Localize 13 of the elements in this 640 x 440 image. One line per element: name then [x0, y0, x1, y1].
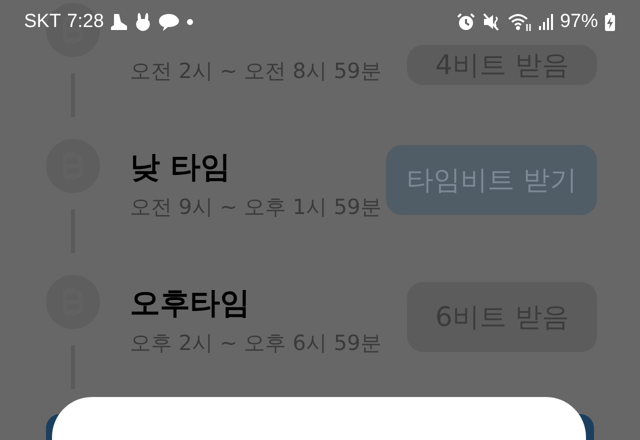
notification-dot-icon — [186, 18, 194, 26]
clock: 7:28 — [66, 11, 104, 33]
chat-bubble-icon — [158, 12, 180, 32]
shoe-icon — [110, 12, 128, 32]
rabbit-icon — [134, 12, 152, 32]
slot-title: 낮 타임 — [130, 149, 232, 187]
slot-title: 오후타임 — [130, 285, 251, 323]
battery-percent: 97% — [560, 11, 598, 33]
signal-icon — [538, 12, 554, 32]
carrier: SKT — [24, 11, 61, 33]
wifi-icon — [508, 12, 532, 32]
alarm-icon — [456, 12, 476, 32]
battery-charging-icon — [604, 12, 616, 32]
